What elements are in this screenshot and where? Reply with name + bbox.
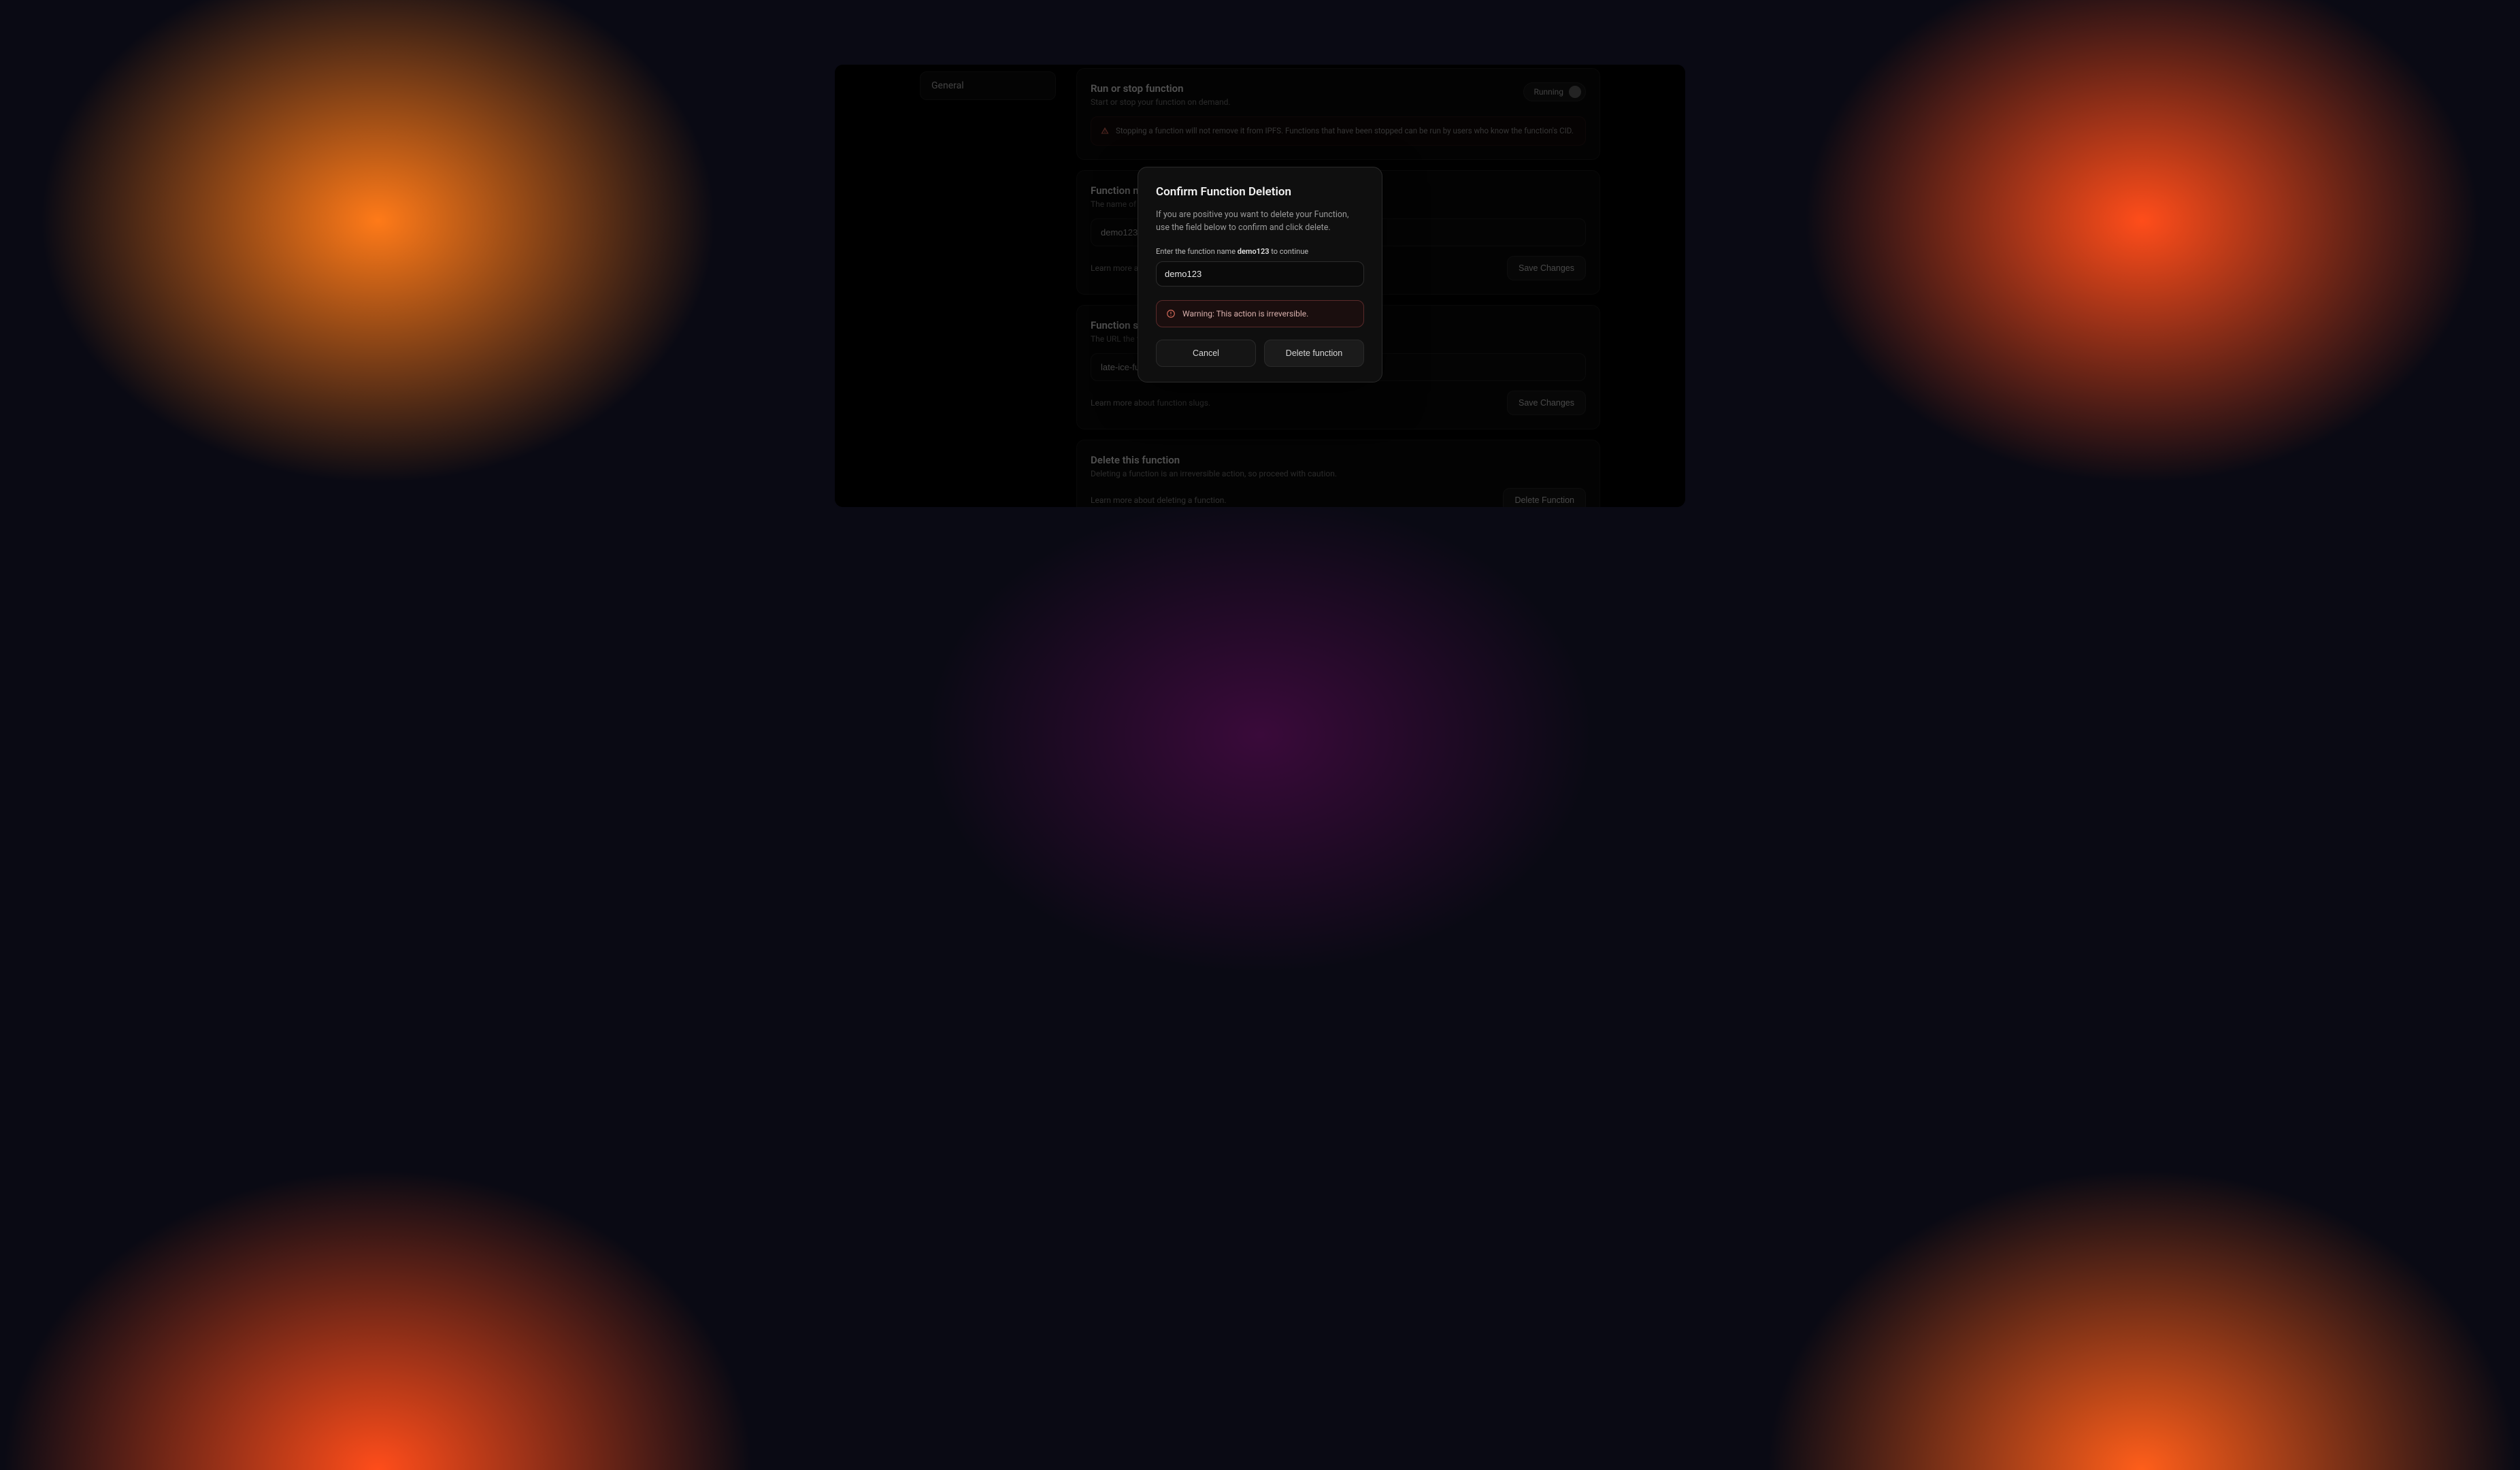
- alert-circle-icon: [1166, 309, 1176, 318]
- modal-label-suffix: to continue: [1271, 247, 1308, 256]
- confirm-delete-modal: Confirm Function Deletion If you are pos…: [1138, 167, 1382, 382]
- modal-description: If you are positive you want to delete y…: [1156, 208, 1364, 235]
- cancel-button[interactable]: Cancel: [1156, 340, 1256, 367]
- confirm-name-input[interactable]: [1156, 261, 1364, 287]
- modal-input-label: Enter the function name demo123 to conti…: [1156, 247, 1364, 256]
- modal-warning-banner: Warning: This action is irreversible.: [1156, 300, 1364, 327]
- modal-warning-text: Warning: This action is irreversible.: [1182, 309, 1308, 318]
- modal-label-prefix: Enter the function name: [1156, 247, 1236, 256]
- modal-overlay[interactable]: Confirm Function Deletion If you are pos…: [835, 65, 1685, 507]
- modal-title: Confirm Function Deletion: [1156, 185, 1364, 199]
- modal-label-name: demo123: [1238, 247, 1270, 256]
- modal-actions: Cancel Delete function: [1156, 340, 1364, 367]
- app-window: General Run or stop function Start or st…: [835, 65, 1685, 507]
- confirm-delete-button[interactable]: Delete function: [1264, 340, 1364, 367]
